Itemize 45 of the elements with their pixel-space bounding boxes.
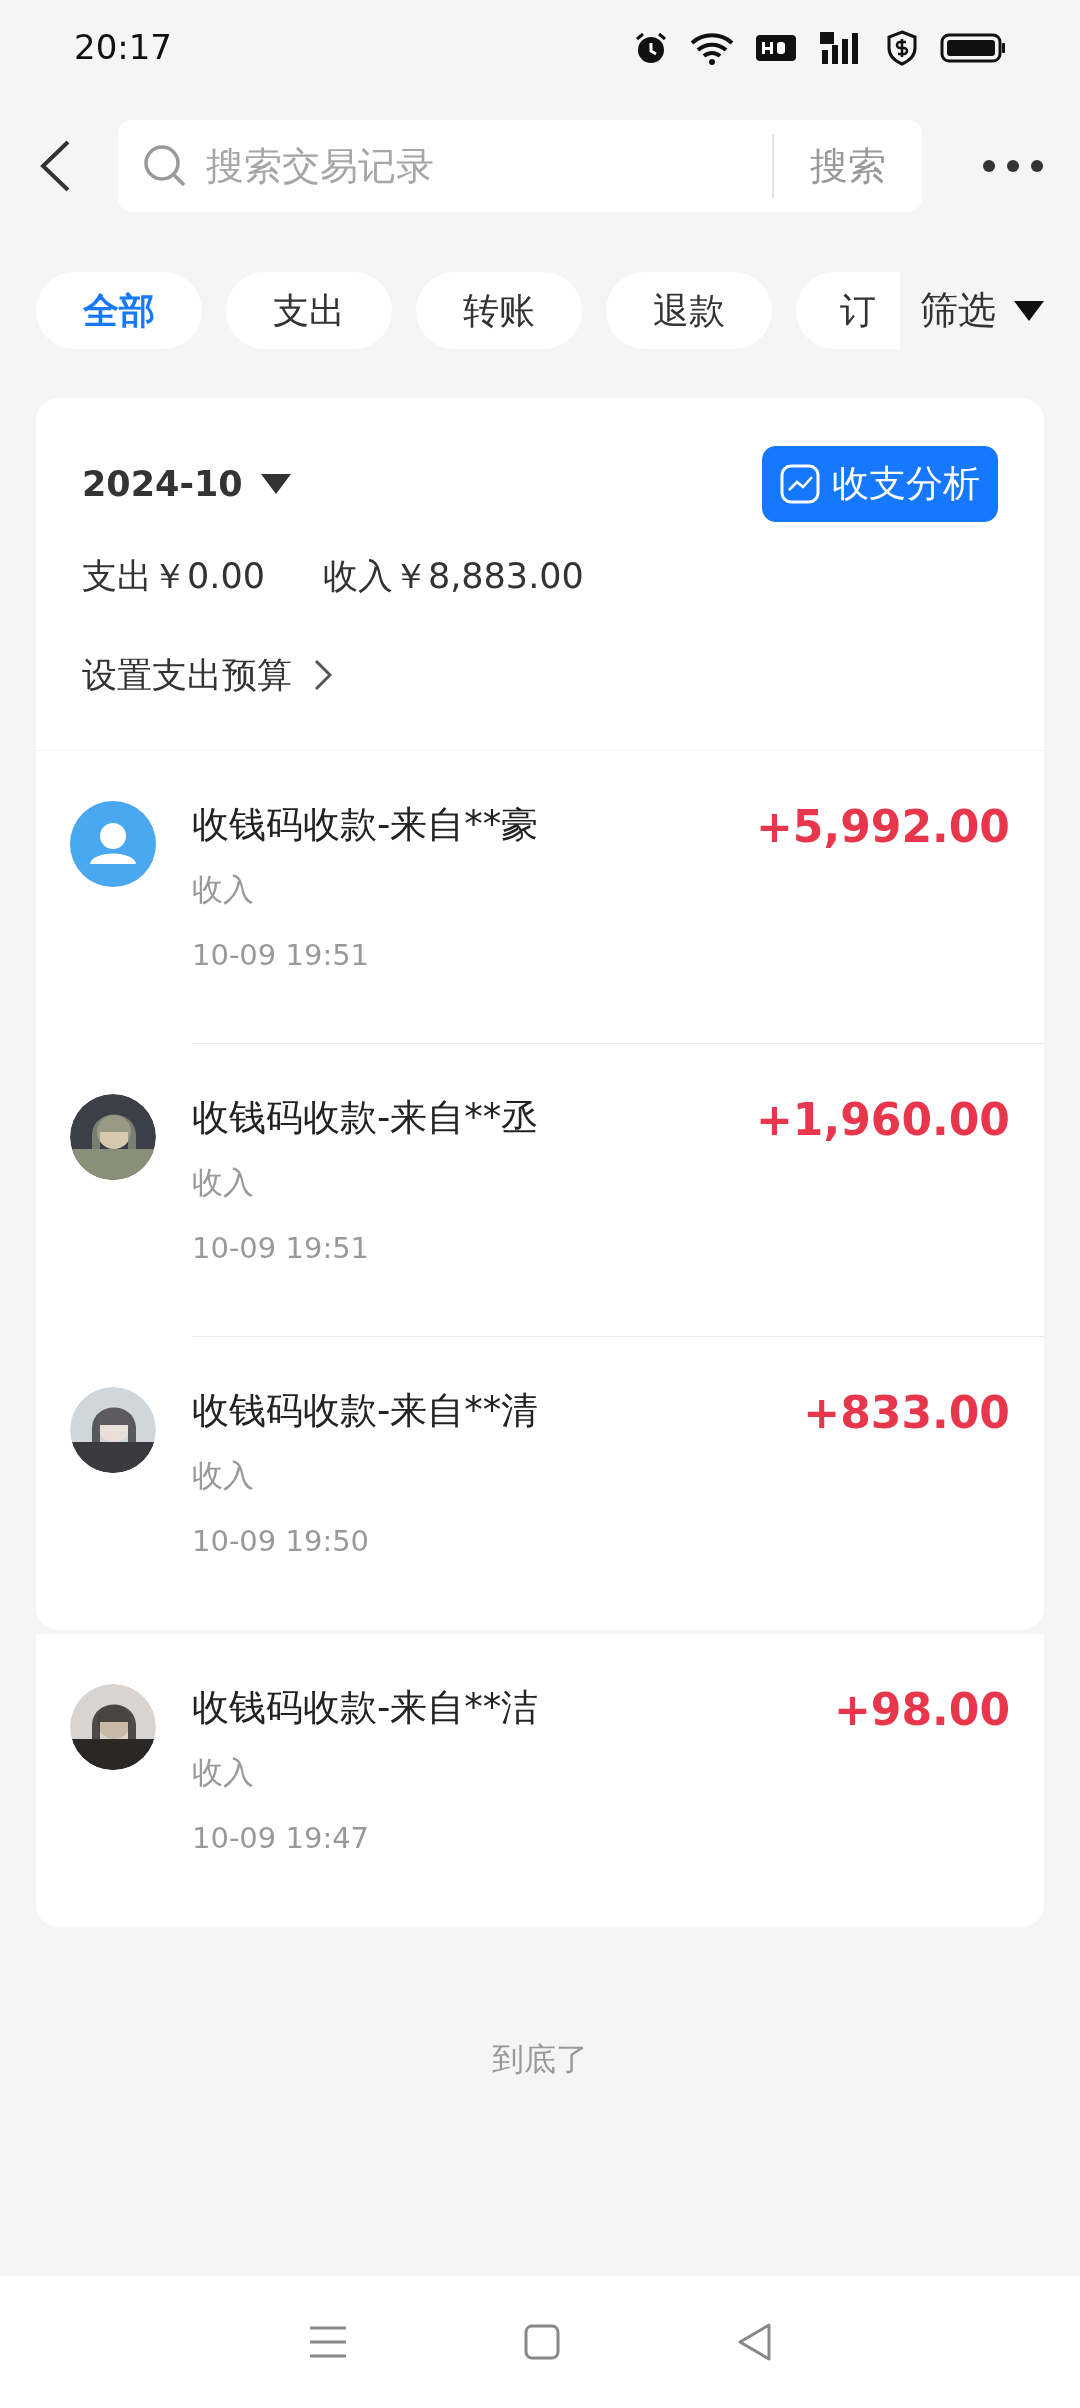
menu-icon[interactable] — [307, 2325, 348, 2359]
filter-tab[interactable]: 支出 — [226, 272, 392, 349]
hd-icon — [756, 34, 796, 61]
income-total: 收入￥8,883.00 — [322, 555, 584, 598]
chart-icon — [780, 464, 820, 504]
transaction-title: 收钱码收款-来自**清 — [192, 1388, 540, 1434]
dropdown-icon — [1014, 300, 1044, 321]
filter-tab[interactable]: 退款 — [606, 272, 772, 349]
home-icon[interactable] — [523, 2323, 561, 2361]
search-icon — [142, 143, 188, 189]
transaction-title: 收钱码收款-来自**豪 — [192, 802, 540, 848]
analysis-button[interactable]: 收支分析 — [762, 446, 998, 522]
transaction-type: 收入 — [192, 870, 255, 909]
transaction-time: 10-09 19:51 — [192, 1230, 371, 1267]
chevron-right-icon — [314, 658, 332, 691]
transaction-type: 收入 — [192, 1753, 255, 1792]
filter-tab[interactable]: 全部 — [36, 272, 202, 349]
filter-tab[interactable]: 订 — [796, 272, 900, 349]
more-icon[interactable] — [982, 159, 1044, 173]
wifi-icon — [690, 30, 734, 65]
transaction-title: 收钱码收款-来自**洁 — [192, 1685, 540, 1731]
transaction-amount: +5,992.00 — [756, 801, 1010, 854]
transaction-amount: +1,960.00 — [756, 1094, 1010, 1147]
transaction-amount: +98.00 — [833, 1684, 1010, 1737]
alarm-icon — [634, 30, 668, 65]
user-avatar-icon — [70, 801, 156, 887]
expense-total: 支出￥0.00 — [82, 555, 265, 598]
battery-icon — [940, 32, 1006, 63]
transaction-time: 10-09 19:51 — [192, 937, 371, 974]
budget-link[interactable]: 设置支出预算 — [82, 648, 332, 701]
shield-icon — [886, 29, 918, 66]
back-nav-icon[interactable] — [736, 2322, 773, 2362]
transaction-type: 收入 — [192, 1163, 255, 1202]
transaction-amount: +833.00 — [803, 1387, 1010, 1440]
transaction-type: 收入 — [192, 1456, 255, 1495]
end-of-list-text: 到底了 — [492, 2039, 588, 2080]
filter-tab[interactable]: 转账 — [416, 272, 582, 349]
transaction-time: 10-09 19:47 — [192, 1820, 371, 1857]
filter-button[interactable]: 筛选 — [920, 282, 1044, 339]
transaction-title: 收钱码收款-来自**丞 — [192, 1095, 540, 1141]
back-icon[interactable] — [38, 139, 72, 193]
dropdown-icon — [260, 474, 291, 494]
transaction-time: 10-09 19:50 — [192, 1523, 371, 1560]
month-selector[interactable]: 2024-10 — [82, 457, 291, 511]
status-time: 20:17 — [74, 26, 172, 69]
